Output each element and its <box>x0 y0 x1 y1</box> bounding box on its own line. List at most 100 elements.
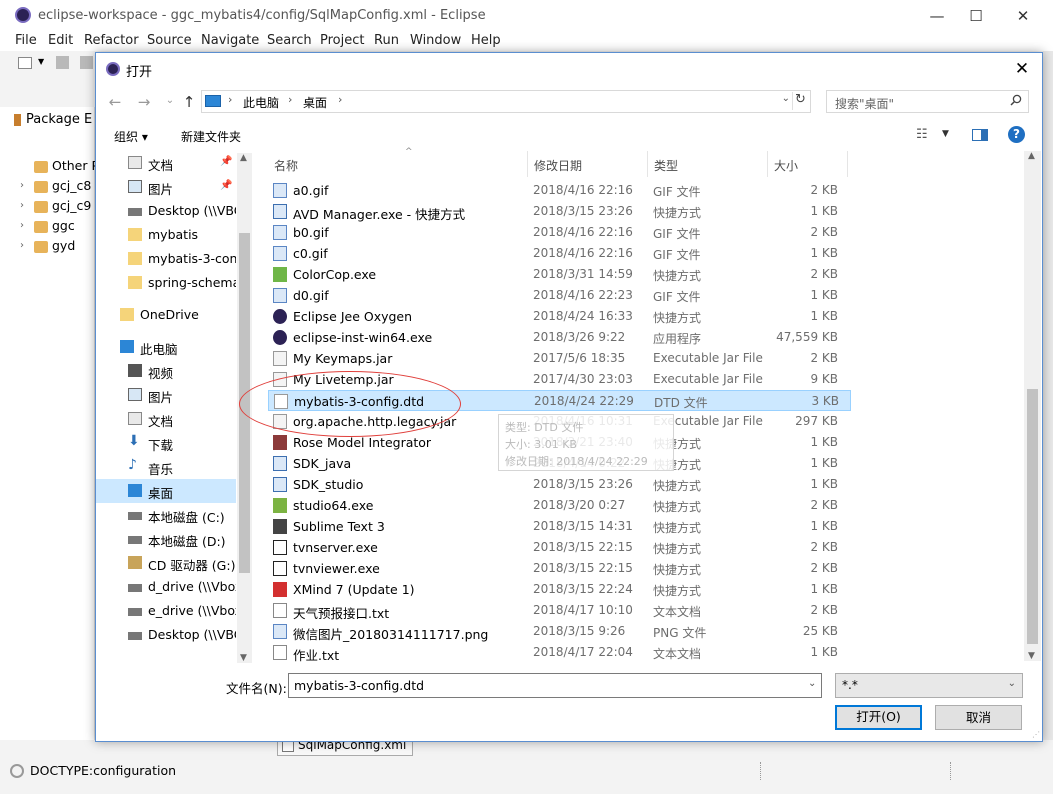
project-item[interactable]: › gyd <box>20 238 75 256</box>
pin-icon[interactable]: 📌 <box>220 180 232 191</box>
expand-arrow-icon[interactable]: › <box>20 220 24 231</box>
nav-item-disk-c[interactable]: 本地磁盘 (C:) <box>96 503 236 527</box>
chevron-down-icon[interactable]: ⌄ <box>1008 678 1016 689</box>
nav-item-documents[interactable]: 文档 <box>96 407 236 431</box>
nav-item-desktop-vbox[interactable]: Desktop (\\VBOX <box>96 199 236 223</box>
nav-item-onedrive[interactable]: OneDrive <box>96 303 236 327</box>
nav-item-mybatis[interactable]: mybatis <box>96 223 236 247</box>
scroll-up-icon[interactable]: ▲ <box>1028 151 1035 161</box>
filename-input[interactable] <box>288 673 822 698</box>
close-icon[interactable]: ✕ <box>1008 57 1036 81</box>
package-explorer-tab[interactable]: Package E <box>14 112 92 127</box>
up-arrow-icon[interactable]: ↑ <box>179 93 199 113</box>
search-input[interactable]: 搜索"桌面" <box>826 90 1029 113</box>
menu-window[interactable]: Window <box>410 33 461 48</box>
scroll-down-icon[interactable]: ▼ <box>240 653 247 663</box>
nav-item-desktop[interactable]: 桌面 <box>96 479 236 503</box>
help-button[interactable]: ? <box>1008 126 1025 143</box>
nav-item-d-drive[interactable]: d_drive (\\Vbox <box>96 575 236 599</box>
menu-run[interactable]: Run <box>374 33 399 48</box>
file-row[interactable]: b0.gif 2018/4/16 22:16 GIF 文件 2 KB <box>268 222 851 243</box>
view-options-icon[interactable]: ☷ <box>916 127 928 142</box>
scroll-up-icon[interactable]: ▲ <box>240 153 247 163</box>
file-row[interactable]: tvnviewer.exe 2018/3/15 22:15 快捷方式 2 KB <box>268 558 851 579</box>
nav-item-disk-d[interactable]: 本地磁盘 (D:) <box>96 527 236 551</box>
file-row[interactable]: 天气预报接口.txt 2018/4/17 10:10 文本文档 2 KB <box>268 600 851 621</box>
file-row[interactable]: ColorCop.exe 2018/3/31 14:59 快捷方式 2 KB <box>268 264 851 285</box>
column-type[interactable]: 类型 <box>648 151 768 177</box>
close-icon[interactable]: ✕ <box>1000 4 1046 28</box>
file-row[interactable]: tvnserver.exe 2018/3/15 22:15 快捷方式 2 KB <box>268 537 851 558</box>
chevron-down-icon[interactable]: ⌄ <box>160 95 180 115</box>
refresh-icon[interactable]: ↻ <box>792 92 808 110</box>
save-all-icon[interactable] <box>80 56 93 69</box>
menu-refactor[interactable]: Refactor <box>84 33 139 48</box>
column-name[interactable]: 名称 <box>268 151 528 177</box>
address-bar[interactable]: › 此电脑 › 桌面 › ⌄ ↻ <box>201 90 811 113</box>
forward-arrow-icon[interactable]: → <box>134 93 154 113</box>
menu-project[interactable]: Project <box>320 33 364 48</box>
nav-item-this-pc[interactable]: 此电脑 <box>96 335 236 359</box>
menu-navigate[interactable]: Navigate <box>201 33 259 48</box>
chevron-down-icon[interactable]: ▼ <box>38 57 44 66</box>
file-row[interactable]: 作业.txt 2018/4/17 22:04 文本文档 1 KB <box>268 642 851 663</box>
new-folder-button[interactable]: 新建文件夹 <box>181 128 241 145</box>
nav-item-spring-schema[interactable]: spring-schema <box>96 271 236 295</box>
nav-item-videos[interactable]: 视频 <box>96 359 236 383</box>
file-row[interactable]: SDK_studio 2018/3/15 23:26 快捷方式 1 KB <box>268 474 851 495</box>
save-icon[interactable] <box>56 56 69 69</box>
back-arrow-icon[interactable]: ← <box>105 93 125 113</box>
project-item[interactable]: › gcj_c8 <box>20 178 91 196</box>
chevron-down-icon[interactable]: ▼ <box>942 129 949 139</box>
menu-search[interactable]: Search <box>267 33 312 48</box>
nav-item-desktop-vbox-2[interactable]: Desktop (\\VBO <box>96 623 236 647</box>
chevron-right-icon[interactable]: › <box>288 93 292 106</box>
file-row[interactable]: a0.gif 2018/4/16 22:16 GIF 文件 2 KB <box>268 180 851 201</box>
column-size[interactable]: 大小 <box>768 151 848 177</box>
file-row[interactable]: 微信图片_20180314111717.png 2018/3/15 9:26 PNG… <box>268 621 851 642</box>
expand-arrow-icon[interactable]: › <box>20 180 24 191</box>
project-item[interactable]: › gcj_c9 <box>20 198 91 216</box>
open-button[interactable]: 打开(O) <box>835 705 922 730</box>
menu-help[interactable]: Help <box>471 33 501 48</box>
nav-item-music[interactable]: ♪ 音乐 <box>96 455 236 479</box>
chevron-down-icon[interactable]: ⌄ <box>782 93 790 104</box>
nav-item-cd-drive[interactable]: CD 驱动器 (G:) V <box>96 551 236 575</box>
chevron-right-icon[interactable]: › <box>338 93 342 106</box>
menu-source[interactable]: Source <box>147 33 192 48</box>
scroll-down-icon[interactable]: ▼ <box>1028 651 1035 661</box>
menu-file[interactable]: File <box>15 33 37 48</box>
breadcrumb-desktop[interactable]: 桌面 <box>303 94 327 111</box>
nav-item-documents-quick[interactable]: 文档 📌 <box>96 151 236 175</box>
nav-item-e-drive[interactable]: e_drive (\\Vbox <box>96 599 236 623</box>
menu-edit[interactable]: Edit <box>48 33 73 48</box>
file-row[interactable]: c0.gif 2018/4/16 22:16 GIF 文件 1 KB <box>268 243 851 264</box>
nav-item-pictures[interactable]: 图片 <box>96 383 236 407</box>
resize-grip-icon[interactable]: ⋰ <box>1032 730 1040 739</box>
file-row[interactable]: My Keymaps.jar 2017/5/6 18:35 Executable J… <box>268 348 851 369</box>
nav-item-downloads[interactable]: ⬇ 下载 <box>96 431 236 455</box>
maximize-icon[interactable]: ☐ <box>953 4 999 28</box>
project-item[interactable]: › ggc <box>20 218 75 236</box>
file-list-scrollbar[interactable]: ▲ ▼ <box>1024 151 1041 661</box>
expand-arrow-icon[interactable]: › <box>20 240 24 251</box>
scroll-thumb[interactable] <box>1027 389 1038 644</box>
chevron-right-icon[interactable]: › <box>228 93 232 106</box>
search-icon[interactable] <box>1010 94 1022 106</box>
file-row[interactable]: AVD Manager.exe - 快捷方式 2018/3/15 23:26 快捷方… <box>268 201 851 222</box>
filetype-select[interactable]: *.* ⌄ <box>835 673 1023 698</box>
expand-arrow-icon[interactable]: › <box>20 200 24 211</box>
nav-item-mybatis-config[interactable]: mybatis-3-config <box>96 247 236 271</box>
chevron-down-icon[interactable]: ⌄ <box>808 678 816 689</box>
organize-button[interactable]: 组织 ▾ <box>114 128 148 145</box>
file-row[interactable]: Sublime Text 3 2018/3/15 14:31 快捷方式 1 KB <box>268 516 851 537</box>
file-row[interactable]: eclipse-inst-win64.exe 2018/3/26 9:22 应用程序… <box>268 327 851 348</box>
cancel-button[interactable]: 取消 <box>935 705 1022 730</box>
nav-item-pictures-quick[interactable]: 图片 📌 <box>96 175 236 199</box>
breadcrumb-this-pc[interactable]: 此电脑 <box>243 94 279 111</box>
file-row[interactable]: Eclipse Jee Oxygen 2018/4/24 16:33 快捷方式 1 K… <box>268 306 851 327</box>
pin-icon[interactable]: 📌 <box>220 156 232 167</box>
file-row[interactable]: XMind 7 (Update 1) 2018/3/15 22:24 快捷方式 1 K… <box>268 579 851 600</box>
new-icon[interactable] <box>18 57 32 69</box>
project-item[interactable]: Other P <box>20 158 99 176</box>
